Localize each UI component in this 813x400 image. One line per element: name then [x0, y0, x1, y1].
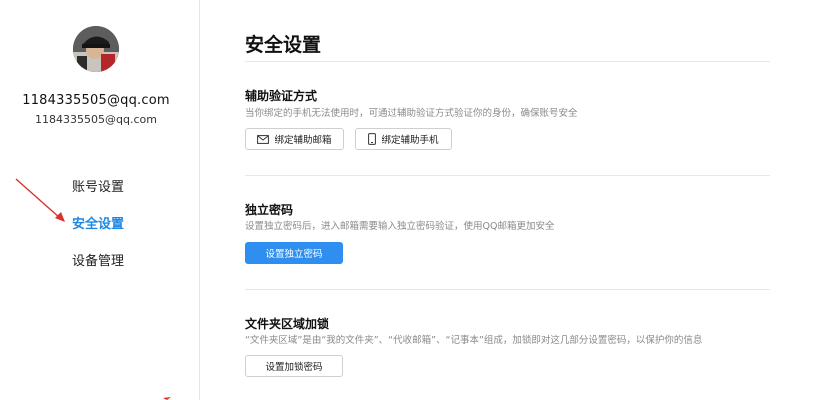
divider	[245, 175, 770, 176]
phone-icon	[368, 133, 377, 145]
sidebar-nav: 账号设置 安全设置 设备管理	[72, 179, 124, 290]
set-lock-password-button[interactable]: 设置加锁密码	[245, 355, 343, 377]
bind-backup-email-button[interactable]: 绑定辅助邮箱	[245, 128, 344, 150]
display-name: 1184335505@qq.com	[22, 93, 170, 108]
avatar[interactable]	[73, 26, 119, 72]
mail-icon	[257, 134, 270, 144]
section-title-folder-lock: 文件夹区域加锁	[245, 317, 330, 331]
section-description: “文件夹区域”是由“我的文件夹”、“代收邮箱”、“记事本”组成，加锁即对这几部分…	[245, 335, 703, 346]
section-description: 设置独立密码后，进入邮箱需要输入独立密码验证，使用QQ邮箱更加安全	[245, 221, 555, 232]
page-title: 安全设置	[245, 34, 322, 56]
sidebar-item-device-management[interactable]: 设备管理	[72, 253, 124, 290]
annotation-arrow-icon	[163, 397, 171, 400]
section-description: 当你绑定的手机无法使用时，可通过辅助验证方式验证你的身份，确保账号安全	[245, 108, 578, 119]
section-title-independent-password: 独立密码	[245, 203, 294, 217]
section-title-auxiliary-verification: 辅助验证方式	[245, 89, 318, 103]
button-label: 绑定辅助手机	[381, 135, 439, 146]
account-email: 1184335505@qq.com	[35, 113, 157, 126]
sidebar-item-account-settings[interactable]: 账号设置	[72, 179, 124, 216]
sidebar-item-security-settings[interactable]: 安全设置	[72, 216, 124, 253]
divider	[245, 61, 770, 62]
annotation-arrow-icon	[15, 178, 65, 222]
button-label: 绑定辅助邮箱	[274, 135, 332, 146]
set-independent-password-button[interactable]: 设置独立密码	[245, 242, 343, 264]
divider	[245, 289, 770, 290]
bind-backup-phone-button[interactable]: 绑定辅助手机	[355, 128, 452, 150]
